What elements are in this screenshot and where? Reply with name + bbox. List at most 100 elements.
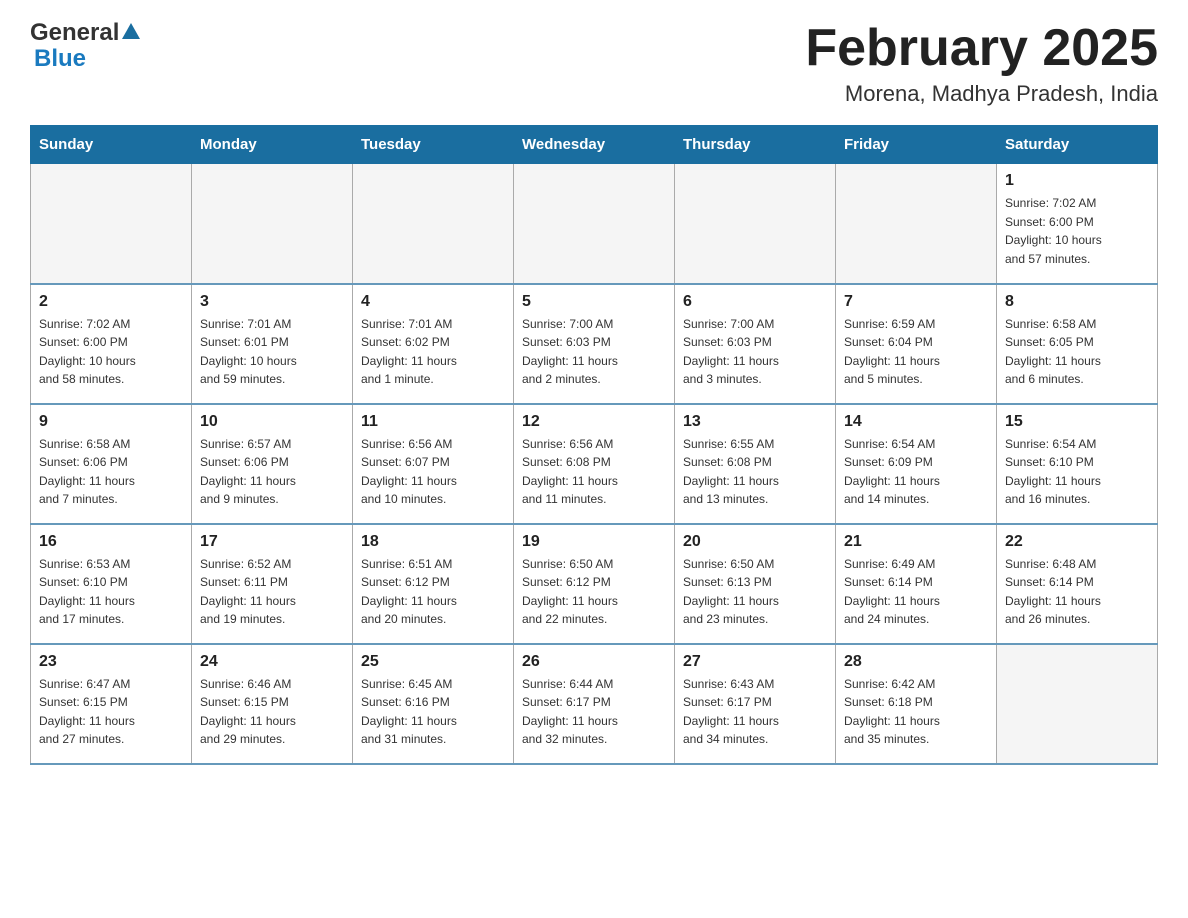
day-info: Sunrise: 6:48 AM Sunset: 6:14 PM Dayligh… <box>1005 555 1149 629</box>
calendar-day-cell: 26Sunrise: 6:44 AM Sunset: 6:17 PM Dayli… <box>514 644 675 764</box>
day-info: Sunrise: 6:56 AM Sunset: 6:08 PM Dayligh… <box>522 435 666 509</box>
header-wednesday: Wednesday <box>514 126 675 164</box>
calendar-day-cell <box>192 164 353 284</box>
calendar-day-cell: 12 Sunrise: 6:56 AM Sunset: 6:08 PM Dayli… <box>514 404 675 524</box>
calendar-week-row: 1 Sunrise: 7:02 AM Sunset: 6:00 PM Daylig… <box>31 164 1158 284</box>
calendar-day-cell: 27 Sunrise: 6:43 AM Sunset: 6:17 PM Dayli… <box>675 644 836 764</box>
day-number: 5 <box>522 293 666 311</box>
day-number: 2 <box>39 293 183 311</box>
day-number: 15 <box>1005 413 1149 431</box>
calendar-day-cell: 20 Sunrise: 6:50 AM Sunset: 6:13 PM Dayli… <box>675 524 836 644</box>
calendar-day-cell: 10Sunrise: 6:57 AM Sunset: 6:06 PM Dayli… <box>192 404 353 524</box>
calendar-day-cell <box>675 164 836 284</box>
day-info: Sunrise: 6:45 AM Sunset: 6:16 PM Dayligh… <box>361 675 505 749</box>
header-sunday: Sunday <box>31 126 192 164</box>
day-number: 19 <box>522 533 666 551</box>
day-info: Sunrise: 6:49 AM Sunset: 6:14 PM Dayligh… <box>844 555 988 629</box>
day-number: 8 <box>1005 293 1149 311</box>
day-info: Sunrise: 6:54 AM Sunset: 6:10 PM Dayligh… <box>1005 435 1149 509</box>
calendar-day-cell: 21 Sunrise: 6:49 AM Sunset: 6:14 PM Dayli… <box>836 524 997 644</box>
calendar-day-cell: 1 Sunrise: 7:02 AM Sunset: 6:00 PM Daylig… <box>997 164 1158 284</box>
day-number: 7 <box>844 293 988 311</box>
day-number: 12 <box>522 413 666 431</box>
calendar-day-cell: 4 Sunrise: 7:01 AM Sunset: 6:02 PM Daylig… <box>353 284 514 404</box>
day-number: 20 <box>683 533 827 551</box>
calendar-day-cell: 3Sunrise: 7:01 AM Sunset: 6:01 PM Daylig… <box>192 284 353 404</box>
calendar-day-cell: 28Sunrise: 6:42 AM Sunset: 6:18 PM Dayli… <box>836 644 997 764</box>
day-info: Sunrise: 6:50 AM Sunset: 6:12 PM Dayligh… <box>522 555 666 629</box>
calendar-day-cell: 5 Sunrise: 7:00 AM Sunset: 6:03 PM Daylig… <box>514 284 675 404</box>
calendar-day-cell: 6Sunrise: 7:00 AM Sunset: 6:03 PM Daylig… <box>675 284 836 404</box>
calendar-day-cell: 25 Sunrise: 6:45 AM Sunset: 6:16 PM Dayli… <box>353 644 514 764</box>
day-info: Sunrise: 7:00 AM Sunset: 6:03 PM Dayligh… <box>683 315 827 389</box>
day-info: Sunrise: 6:51 AM Sunset: 6:12 PM Dayligh… <box>361 555 505 629</box>
logo-general-text: General <box>30 20 119 46</box>
calendar-day-cell: 23 Sunrise: 6:47 AM Sunset: 6:15 PM Dayli… <box>31 644 192 764</box>
day-info: Sunrise: 6:50 AM Sunset: 6:13 PM Dayligh… <box>683 555 827 629</box>
day-info: Sunrise: 6:58 AM Sunset: 6:06 PM Dayligh… <box>39 435 183 509</box>
logo-blue-text: Blue <box>34 45 86 72</box>
calendar-header-row: Sunday Monday Tuesday Wednesday Thursday… <box>31 126 1158 164</box>
calendar-day-cell: 2 Sunrise: 7:02 AM Sunset: 6:00 PM Daylig… <box>31 284 192 404</box>
day-number: 13 <box>683 413 827 431</box>
day-info: Sunrise: 6:52 AM Sunset: 6:11 PM Dayligh… <box>200 555 344 629</box>
day-info: Sunrise: 7:01 AM Sunset: 6:01 PM Dayligh… <box>200 315 344 389</box>
day-number: 16 <box>39 533 183 551</box>
day-info: Sunrise: 6:59 AM Sunset: 6:04 PM Dayligh… <box>844 315 988 389</box>
day-info: Sunrise: 6:47 AM Sunset: 6:15 PM Dayligh… <box>39 675 183 749</box>
day-info: Sunrise: 6:53 AM Sunset: 6:10 PM Dayligh… <box>39 555 183 629</box>
day-number: 24 <box>200 653 344 671</box>
day-info: Sunrise: 7:01 AM Sunset: 6:02 PM Dayligh… <box>361 315 505 389</box>
day-info: Sunrise: 6:44 AM Sunset: 6:17 PM Dayligh… <box>522 675 666 749</box>
day-info: Sunrise: 6:55 AM Sunset: 6:08 PM Dayligh… <box>683 435 827 509</box>
day-number: 25 <box>361 653 505 671</box>
day-info: Sunrise: 7:02 AM Sunset: 6:00 PM Dayligh… <box>39 315 183 389</box>
calendar-day-cell: 22Sunrise: 6:48 AM Sunset: 6:14 PM Dayli… <box>997 524 1158 644</box>
header-friday: Friday <box>836 126 997 164</box>
calendar-day-cell <box>31 164 192 284</box>
calendar-week-row: 2 Sunrise: 7:02 AM Sunset: 6:00 PM Daylig… <box>31 284 1158 404</box>
day-number: 11 <box>361 413 505 431</box>
calendar-day-cell <box>514 164 675 284</box>
calendar-day-cell: 7 Sunrise: 6:59 AM Sunset: 6:04 PM Daylig… <box>836 284 997 404</box>
day-number: 14 <box>844 413 988 431</box>
calendar-day-cell: 15 Sunrise: 6:54 AM Sunset: 6:10 PM Dayli… <box>997 404 1158 524</box>
calendar-day-cell: 17 Sunrise: 6:52 AM Sunset: 6:11 PM Dayli… <box>192 524 353 644</box>
day-info: Sunrise: 6:56 AM Sunset: 6:07 PM Dayligh… <box>361 435 505 509</box>
calendar-day-cell: 16 Sunrise: 6:53 AM Sunset: 6:10 PM Dayli… <box>31 524 192 644</box>
calendar-subtitle: Morena, Madhya Pradesh, India <box>805 81 1158 107</box>
calendar-day-cell: 14 Sunrise: 6:54 AM Sunset: 6:09 PM Dayli… <box>836 404 997 524</box>
day-number: 27 <box>683 653 827 671</box>
header-monday: Monday <box>192 126 353 164</box>
day-info: Sunrise: 6:46 AM Sunset: 6:15 PM Dayligh… <box>200 675 344 749</box>
day-number: 23 <box>39 653 183 671</box>
calendar-day-cell: 18 Sunrise: 6:51 AM Sunset: 6:12 PM Dayli… <box>353 524 514 644</box>
calendar-day-cell <box>997 644 1158 764</box>
title-area: February 2025 Morena, Madhya Pradesh, In… <box>805 20 1158 107</box>
day-number: 4 <box>361 293 505 311</box>
header-saturday: Saturday <box>997 126 1158 164</box>
day-number: 9 <box>39 413 183 431</box>
day-number: 21 <box>844 533 988 551</box>
day-info: Sunrise: 6:42 AM Sunset: 6:18 PM Dayligh… <box>844 675 988 749</box>
calendar-day-cell: 24 Sunrise: 6:46 AM Sunset: 6:15 PM Dayli… <box>192 644 353 764</box>
calendar-table: Sunday Monday Tuesday Wednesday Thursday… <box>30 125 1158 765</box>
calendar-day-cell: 9 Sunrise: 6:58 AM Sunset: 6:06 PM Daylig… <box>31 404 192 524</box>
header-thursday: Thursday <box>675 126 836 164</box>
day-number: 18 <box>361 533 505 551</box>
logo: General Blue <box>30 20 140 73</box>
day-info: Sunrise: 6:54 AM Sunset: 6:09 PM Dayligh… <box>844 435 988 509</box>
calendar-day-cell: 8Sunrise: 6:58 AM Sunset: 6:05 PM Daylig… <box>997 284 1158 404</box>
logo-triangle-icon <box>122 23 140 39</box>
day-number: 17 <box>200 533 344 551</box>
calendar-week-row: 9 Sunrise: 6:58 AM Sunset: 6:06 PM Daylig… <box>31 404 1158 524</box>
day-info: Sunrise: 6:43 AM Sunset: 6:17 PM Dayligh… <box>683 675 827 749</box>
day-number: 1 <box>1005 172 1149 190</box>
day-info: Sunrise: 7:00 AM Sunset: 6:03 PM Dayligh… <box>522 315 666 389</box>
calendar-day-cell <box>836 164 997 284</box>
calendar-week-row: 16 Sunrise: 6:53 AM Sunset: 6:10 PM Dayli… <box>31 524 1158 644</box>
calendar-day-cell <box>353 164 514 284</box>
day-number: 10 <box>200 413 344 431</box>
calendar-day-cell: 19 Sunrise: 6:50 AM Sunset: 6:12 PM Dayli… <box>514 524 675 644</box>
day-info: Sunrise: 7:02 AM Sunset: 6:00 PM Dayligh… <box>1005 194 1149 268</box>
